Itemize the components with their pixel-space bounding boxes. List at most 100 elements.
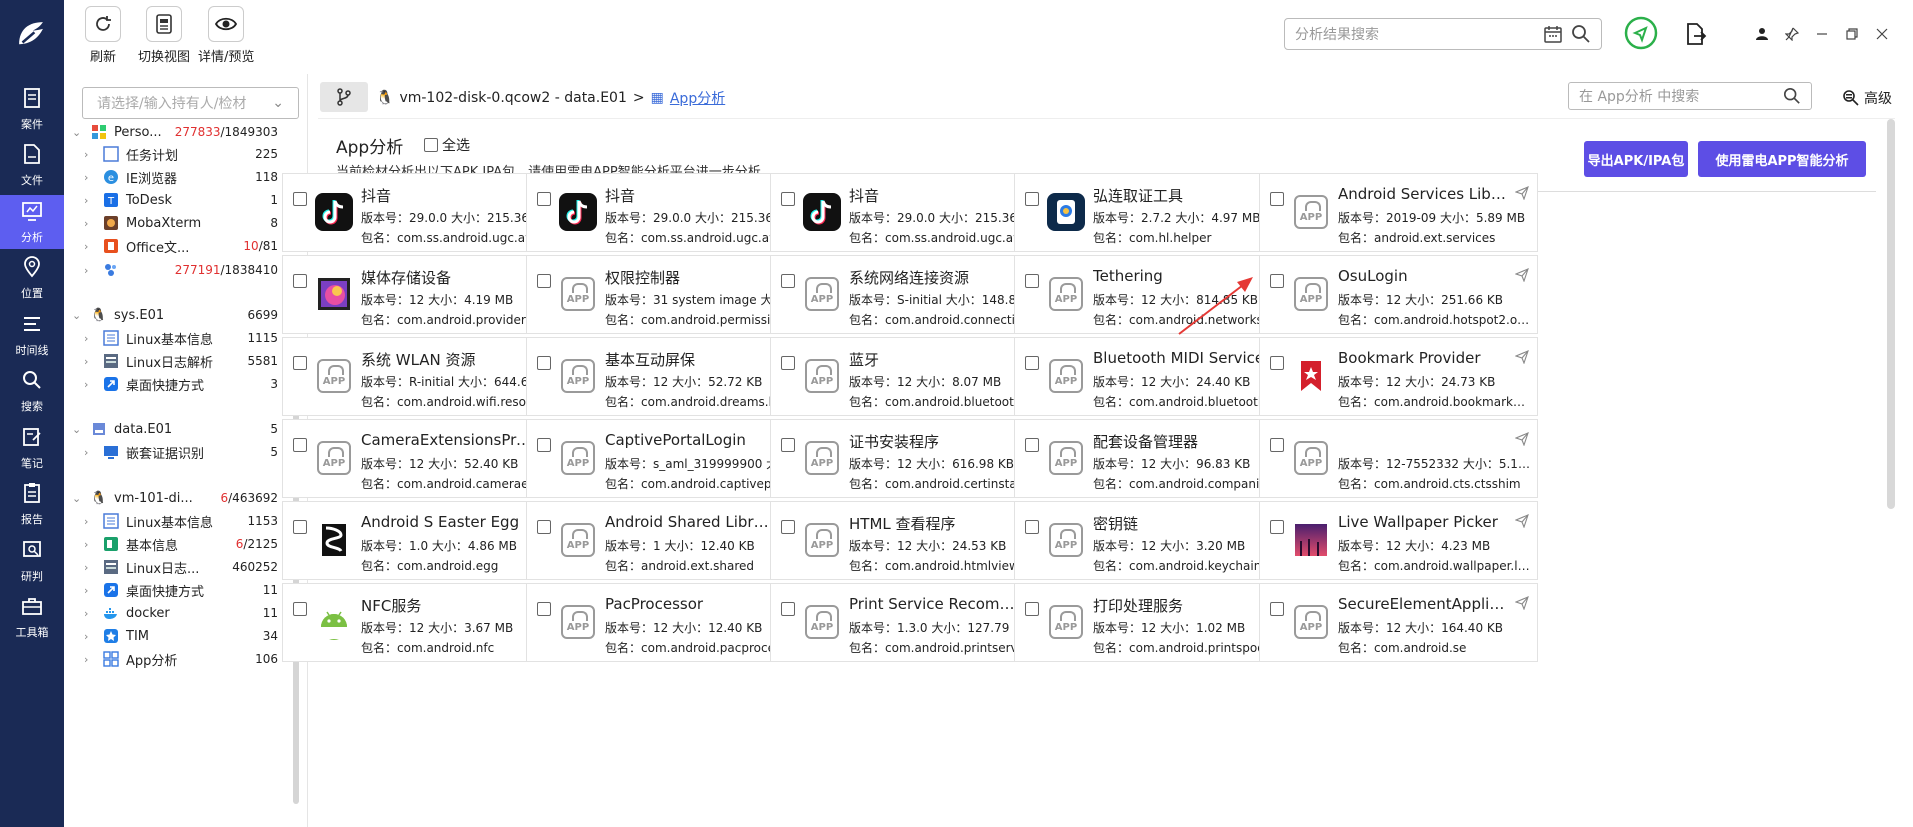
app-card[interactable]: APP HTML 查看程序 版本号：12 大小：24.53 KB 包名：com.and… bbox=[770, 501, 1049, 580]
send-icon[interactable] bbox=[1515, 596, 1529, 610]
app-card[interactable]: APP 系统 WLAN 资源 版本号：R-initial 大小：644.65 KB 包… bbox=[282, 337, 561, 416]
app-card[interactable]: APP 系统网络连接资源 版本号：S-initial 大小：148.83 KB 包名：… bbox=[770, 255, 1049, 334]
branch-button[interactable] bbox=[320, 82, 368, 112]
close-icon[interactable] bbox=[1870, 22, 1894, 46]
send-icon[interactable] bbox=[1515, 514, 1529, 528]
chevron-right-icon[interactable]: › bbox=[84, 332, 96, 345]
tree-node[interactable]: ⌄ Perso... 277833/1849303 bbox=[72, 121, 278, 143]
app-checkbox[interactable] bbox=[1025, 274, 1039, 288]
app-card[interactable]: Android S Easter Egg 版本号：1.0 大小：4.86 MB 包名… bbox=[282, 501, 561, 580]
app-checkbox[interactable] bbox=[537, 356, 551, 370]
app-card[interactable]: 抖音 版本号：29.0.0 大小：215.36 MB 包名：com.ss.andro… bbox=[770, 173, 1049, 252]
nav-item-timeline[interactable]: 时间线 bbox=[0, 308, 64, 362]
tree-node[interactable]: › e IE浏览器 118 bbox=[84, 166, 278, 188]
holder-select[interactable]: 请选择/输入持有人/检材 ⌄ bbox=[82, 87, 299, 119]
app-checkbox[interactable] bbox=[781, 356, 795, 370]
nav-item-report[interactable]: 报告 bbox=[0, 478, 64, 532]
app-checkbox[interactable] bbox=[537, 274, 551, 288]
app-card[interactable]: APP Android Services Library 版本号：2019-09 大… bbox=[1259, 173, 1538, 252]
chevron-right-icon[interactable]: › bbox=[84, 538, 96, 551]
app-checkbox[interactable] bbox=[1270, 274, 1284, 288]
breadcrumb-path[interactable]: vm-102-disk-0.qcow2 - data.E01 bbox=[399, 90, 626, 106]
tree-node[interactable]: › T ToDesk 1 bbox=[84, 189, 278, 211]
tree-node[interactable]: › Office文... 10/81 bbox=[84, 235, 278, 257]
chevron-right-icon[interactable]: › bbox=[84, 607, 96, 620]
nav-item-search[interactable]: 搜索 bbox=[0, 365, 64, 419]
export-apk-button[interactable]: 导出APK/IPA包 bbox=[1584, 141, 1688, 177]
app-card[interactable]: APP 蓝牙 版本号：12 大小：8.07 MB 包名：com.android.blu… bbox=[770, 337, 1049, 416]
app-card[interactable]: APP 证书安装程序 版本号：12 大小：616.98 KB 包名：com.andro… bbox=[770, 419, 1049, 498]
app-checkbox[interactable] bbox=[781, 438, 795, 452]
send-icon[interactable] bbox=[1515, 268, 1529, 282]
app-checkbox[interactable] bbox=[1025, 520, 1039, 534]
tree-node[interactable]: › TIM 34 bbox=[84, 625, 278, 647]
tree-node[interactable]: › 任务计划 225 bbox=[84, 143, 278, 165]
minimize-icon[interactable] bbox=[1810, 22, 1834, 46]
app-checkbox[interactable] bbox=[537, 438, 551, 452]
nav-item-case[interactable]: 案件 bbox=[0, 82, 64, 136]
app-card[interactable]: APP SecureElementApplication 版本号：12 大小：164… bbox=[1259, 583, 1538, 662]
app-checkbox[interactable] bbox=[293, 602, 307, 616]
app-checkbox[interactable] bbox=[537, 192, 551, 206]
tree-node[interactable]: › 277191/1838410 bbox=[84, 259, 278, 281]
chevron-down-icon[interactable]: ⌄ bbox=[72, 423, 84, 436]
chevron-down-icon[interactable]: ⌄ bbox=[72, 492, 84, 505]
search-icon[interactable] bbox=[1571, 24, 1591, 44]
app-checkbox[interactable] bbox=[1270, 602, 1284, 616]
chevron-down-icon[interactable]: ⌄ bbox=[72, 309, 84, 322]
search-icon[interactable] bbox=[1783, 87, 1801, 105]
tree-node[interactable]: › 桌面快捷方式 3 bbox=[84, 373, 278, 395]
nav-item-judge[interactable]: 研判 bbox=[0, 534, 64, 588]
chevron-right-icon[interactable]: › bbox=[84, 515, 96, 528]
app-checkbox[interactable] bbox=[1270, 438, 1284, 452]
chevron-right-icon[interactable]: › bbox=[84, 217, 96, 230]
checkbox[interactable] bbox=[424, 138, 438, 152]
app-card[interactable]: APP CameraExtensionsProxy 版本号：12 大小：52.40 … bbox=[282, 419, 561, 498]
app-checkbox[interactable] bbox=[537, 520, 551, 534]
app-card[interactable]: APP 打印处理服务 版本号：12 大小：1.02 MB 包名：com.android… bbox=[1014, 583, 1293, 662]
tree-node[interactable]: › Linux基本信息 1153 bbox=[84, 510, 278, 532]
app-checkbox[interactable] bbox=[1270, 192, 1284, 206]
analysis-search-input[interactable]: 分析结果搜索 bbox=[1284, 18, 1602, 50]
app-card[interactable]: 抖音 版本号：29.0.0 大小：215.36 MB 包名：com.ss.andro… bbox=[282, 173, 561, 252]
app-checkbox[interactable] bbox=[781, 602, 795, 616]
app-checkbox[interactable] bbox=[293, 192, 307, 206]
chevron-right-icon[interactable]: › bbox=[84, 584, 96, 597]
status-shield-icon[interactable] bbox=[1624, 16, 1658, 50]
nav-item-note[interactable]: 笔记 bbox=[0, 421, 64, 475]
calendar-icon[interactable] bbox=[1543, 24, 1563, 44]
chevron-right-icon[interactable]: › bbox=[84, 446, 96, 459]
app-card[interactable]: Live Wallpaper Picker 版本号：12 大小：4.23 MB 包名… bbox=[1259, 501, 1538, 580]
app-checkbox[interactable] bbox=[1270, 356, 1284, 370]
chevron-down-icon[interactable]: ⌄ bbox=[72, 126, 84, 139]
app-card[interactable]: APPPrint Service Recommendation版本号：1.3.0… bbox=[770, 583, 1049, 662]
app-checkbox[interactable] bbox=[293, 520, 307, 534]
app-card[interactable]: APP 密钥链 版本号：12 大小：3.20 MB 包名：com.android.ke… bbox=[1014, 501, 1293, 580]
app-card[interactable]: 弘连取证工具 版本号：2.7.2 大小：4.97 MB 包名：com.hl.help… bbox=[1014, 173, 1293, 252]
chevron-right-icon[interactable]: › bbox=[84, 378, 96, 391]
app-checkbox[interactable] bbox=[781, 274, 795, 288]
switch-view-button[interactable]: 切换视图 bbox=[138, 6, 190, 65]
tree-node[interactable]: ⌄ data.E01 5 bbox=[72, 418, 278, 440]
app-card[interactable]: 抖音 版本号：29.0.0 大小：215.36 MB 包名：com.ss.andro… bbox=[526, 173, 805, 252]
app-checkbox[interactable] bbox=[293, 438, 307, 452]
pin-icon[interactable] bbox=[1780, 22, 1804, 46]
tree-node[interactable]: › Linux日志解析 5581 bbox=[84, 350, 278, 372]
chevron-right-icon[interactable]: › bbox=[84, 630, 96, 643]
tree-node[interactable]: ⌄ 🐧 vm-101-di... 6/463692 bbox=[72, 487, 278, 509]
app-checkbox[interactable] bbox=[1270, 520, 1284, 534]
select-all-checkbox[interactable]: 全选 bbox=[424, 135, 470, 155]
app-checkbox[interactable] bbox=[1025, 192, 1039, 206]
chevron-right-icon[interactable]: › bbox=[84, 653, 96, 666]
tree-node[interactable]: › Linux日志... 460252 bbox=[84, 556, 278, 578]
app-checkbox[interactable] bbox=[781, 192, 795, 206]
app-checkbox[interactable] bbox=[293, 356, 307, 370]
chevron-right-icon[interactable]: › bbox=[84, 171, 96, 184]
details-preview-button[interactable]: 详情/预览 bbox=[198, 6, 254, 65]
chevron-right-icon[interactable]: › bbox=[84, 264, 96, 277]
tree-node[interactable]: › MobaXterm 8 bbox=[84, 212, 278, 234]
chevron-right-icon[interactable]: › bbox=[84, 240, 96, 253]
nav-item-toolbox[interactable]: 工具箱 bbox=[0, 591, 64, 645]
tree-node[interactable]: › 桌面快捷方式 11 bbox=[84, 579, 278, 601]
breadcrumb-current[interactable]: App分析 bbox=[670, 88, 725, 108]
